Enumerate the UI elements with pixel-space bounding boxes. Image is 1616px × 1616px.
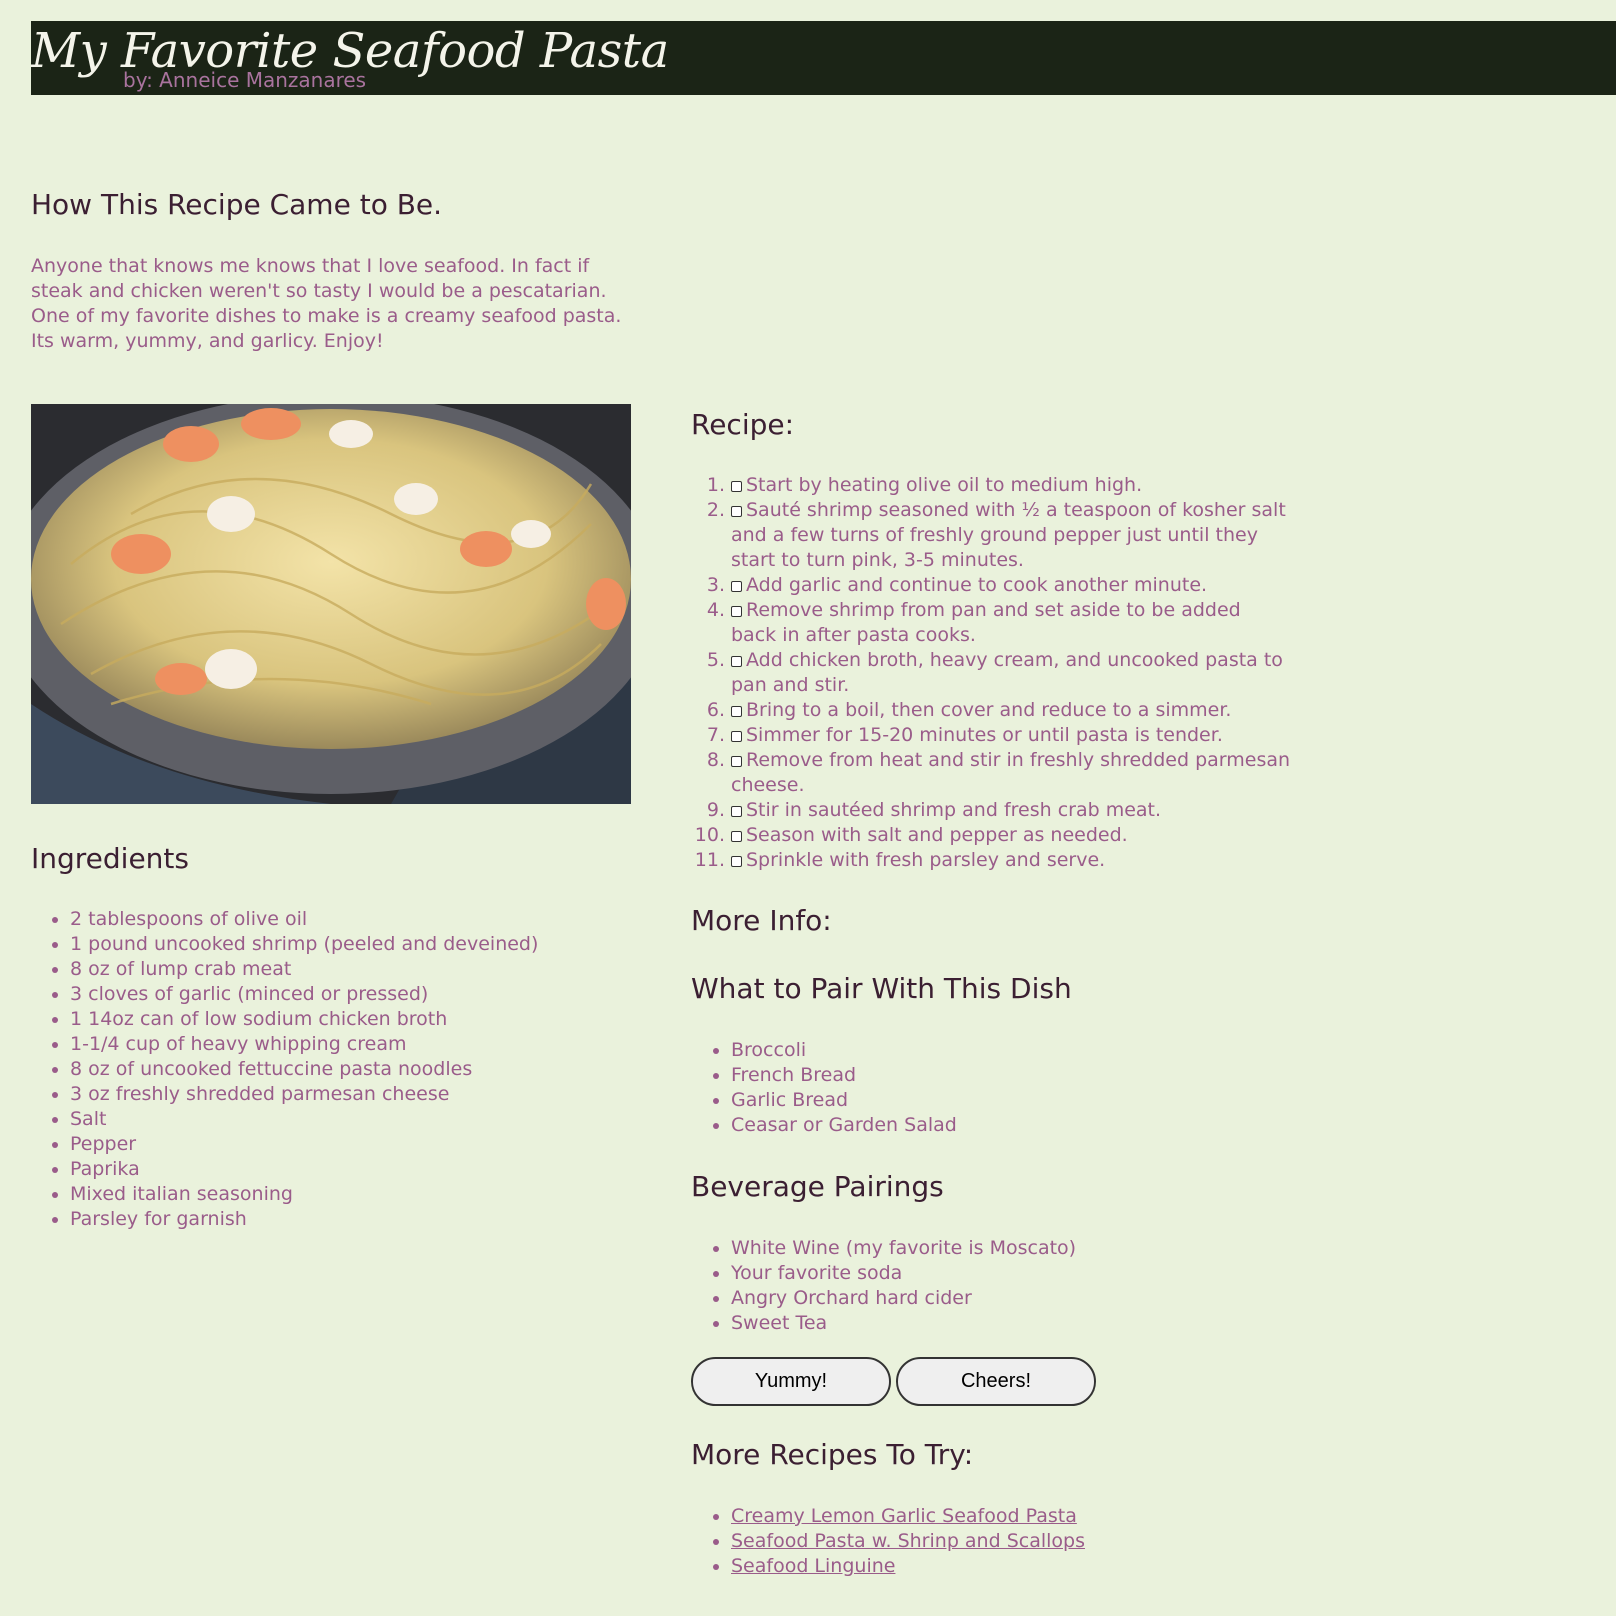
yummy-button[interactable]: Yummy! — [691, 1357, 891, 1406]
list-item: Broccoli — [731, 1038, 1231, 1063]
recipe-step: Sauté shrimp seasoned with ½ a teaspoon … — [683, 498, 1291, 573]
step-checkbox[interactable] — [731, 806, 742, 817]
recipe-steps: Start by heating olive oil to medium hig… — [683, 473, 1291, 873]
list-item: Angry Orchard hard cider — [731, 1286, 1231, 1311]
list-item: Parsley for garnish — [70, 1207, 630, 1232]
list-item: 2 tablespoons of olive oil — [70, 907, 630, 932]
list-item: Salt — [70, 1107, 630, 1132]
recipe-link[interactable]: Creamy Lemon Garlic Seafood Pasta — [731, 1505, 1077, 1527]
ingredients-heading: Ingredients — [31, 842, 189, 875]
recipe-heading: Recipe: — [691, 408, 795, 441]
list-item: 8 oz of uncooked fettuccine pasta noodle… — [70, 1057, 630, 1082]
pasta-image — [31, 404, 631, 804]
list-item: White Wine (my favorite is Moscato) — [731, 1236, 1231, 1261]
step-checkbox[interactable] — [731, 581, 742, 592]
step-checkbox[interactable] — [731, 856, 742, 867]
list-item: Ceasar or Garden Salad — [731, 1113, 1231, 1138]
recipe-step: Sprinkle with fresh parsley and serve. — [683, 848, 1291, 873]
step-checkbox[interactable] — [731, 731, 742, 742]
step-checkbox[interactable] — [731, 756, 742, 767]
recipe-step: Season with salt and pepper as needed. — [683, 823, 1291, 848]
step-checkbox[interactable] — [731, 481, 742, 492]
author-byline: by: Anneice Manzanares — [123, 68, 367, 92]
list-item: Your favorite soda — [731, 1261, 1231, 1286]
recipe-step: Bring to a boil, then cover and reduce t… — [683, 698, 1291, 723]
more-info-heading: More Info: — [691, 904, 832, 937]
pair-heading: What to Pair With This Dish — [691, 972, 1072, 1005]
list-item: 1-1/4 cup of heavy whipping cream — [70, 1032, 630, 1057]
list-item: Paprika — [70, 1157, 630, 1182]
beverage-heading: Beverage Pairings — [691, 1170, 944, 1203]
cheers-button[interactable]: Cheers! — [896, 1357, 1096, 1406]
step-text: Sprinkle with fresh parsley and serve. — [746, 849, 1106, 871]
seafood-pasta-photo — [31, 404, 631, 804]
recipe-step: Add chicken broth, heavy cream, and unco… — [683, 648, 1291, 698]
step-text: Add chicken broth, heavy cream, and unco… — [731, 649, 1283, 696]
list-item: 8 oz of lump crab meat — [70, 957, 630, 982]
step-text: Remove from heat and stir in freshly shr… — [731, 749, 1291, 796]
step-checkbox[interactable] — [731, 706, 742, 717]
list-item: Mixed italian seasoning — [70, 1182, 630, 1207]
step-text: Start by heating olive oil to medium hig… — [746, 474, 1143, 496]
header-banner: My Favorite Seafood Pasta by: Anneice Ma… — [31, 21, 1616, 95]
recipe-link[interactable]: Seafood Pasta w. Shrinp and Scallops — [731, 1530, 1085, 1552]
beverage-list: White Wine (my favorite is Moscato) Your… — [731, 1236, 1231, 1336]
recipe-step: Add garlic and continue to cook another … — [683, 573, 1291, 598]
step-text: Bring to a boil, then cover and reduce t… — [746, 699, 1232, 721]
list-item: Seafood Linguine — [731, 1554, 1231, 1579]
story-heading: How This Recipe Came to Be. — [31, 188, 443, 221]
list-item: Pepper — [70, 1132, 630, 1157]
story-text: Anyone that knows me knows that I love s… — [31, 255, 622, 352]
step-checkbox[interactable] — [731, 506, 742, 517]
pair-list: Broccoli French Bread Garlic Bread Ceasa… — [731, 1038, 1231, 1138]
list-item: 1 pound uncooked shrimp (peeled and deve… — [70, 932, 630, 957]
step-text: Sauté shrimp seasoned with ½ a teaspoon … — [731, 499, 1286, 571]
recipe-step: Remove from heat and stir in freshly shr… — [683, 748, 1291, 798]
list-item: Garlic Bread — [731, 1088, 1231, 1113]
step-text: Add garlic and continue to cook another … — [746, 574, 1208, 596]
list-item: Sweet Tea — [731, 1311, 1231, 1336]
more-recipes-list: Creamy Lemon Garlic Seafood Pasta Seafoo… — [731, 1504, 1231, 1579]
step-checkbox[interactable] — [731, 831, 742, 842]
ingredients-list: 2 tablespoons of olive oil 1 pound uncoo… — [70, 907, 630, 1232]
recipe-step: Start by heating olive oil to medium hig… — [683, 473, 1291, 498]
step-text: Remove shrimp from pan and set aside to … — [731, 599, 1241, 646]
step-checkbox[interactable] — [731, 606, 742, 617]
list-item: 3 oz freshly shredded parmesan cheese — [70, 1082, 630, 1107]
list-item: Creamy Lemon Garlic Seafood Pasta — [731, 1504, 1231, 1529]
more-recipes-heading: More Recipes To Try: — [691, 1438, 974, 1471]
step-text: Stir in sautéed shrimp and fresh crab me… — [746, 799, 1162, 821]
list-item: French Bread — [731, 1063, 1231, 1088]
recipe-step: Remove shrimp from pan and set aside to … — [683, 598, 1291, 648]
recipe-step: Simmer for 15-20 minutes or until pasta … — [683, 723, 1291, 748]
step-text: Season with salt and pepper as needed. — [746, 824, 1128, 846]
list-item: 3 cloves of garlic (minced or pressed) — [70, 982, 630, 1007]
recipe-link[interactable]: Seafood Linguine — [731, 1555, 895, 1577]
recipe-step: Stir in sautéed shrimp and fresh crab me… — [683, 798, 1291, 823]
list-item: 1 14oz can of low sodium chicken broth — [70, 1007, 630, 1032]
step-text: Simmer for 15-20 minutes or until pasta … — [746, 724, 1223, 746]
step-checkbox[interactable] — [731, 656, 742, 667]
list-item: Seafood Pasta w. Shrinp and Scallops — [731, 1529, 1231, 1554]
